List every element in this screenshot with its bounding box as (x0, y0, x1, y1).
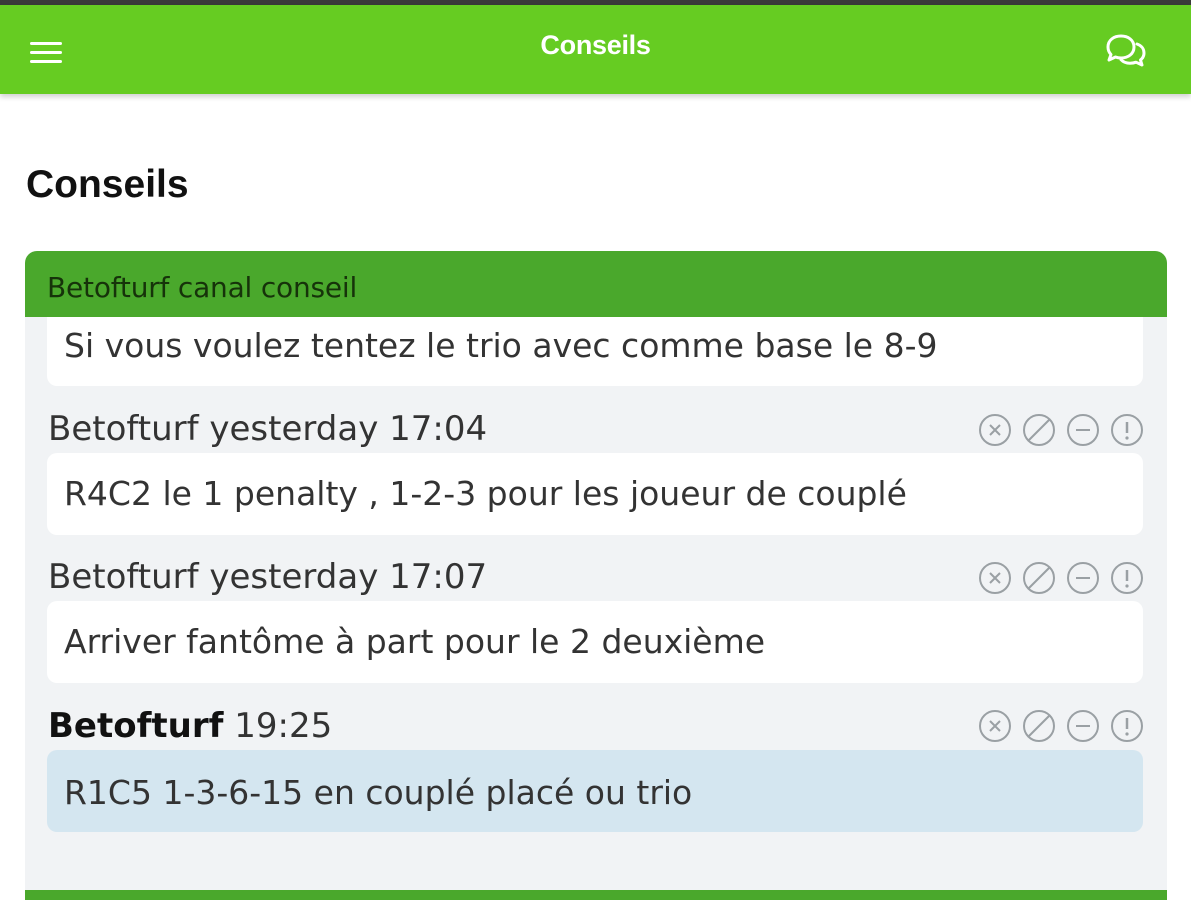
alert-circle-icon[interactable] (1110, 709, 1144, 743)
app-bar-title: Conseils (540, 30, 651, 60)
channel-name: Betofturf canal conseil (47, 271, 358, 304)
alert-circle-icon[interactable] (1110, 561, 1144, 595)
block-icon[interactable] (1022, 413, 1056, 447)
message-text: Arriver fantôme à part pour le 2 deuxièm… (47, 601, 1143, 683)
message-time: yesterday 17:07 (209, 557, 488, 597)
channel-header: Betofturf canal conseil (25, 251, 1167, 317)
message-actions (978, 413, 1144, 447)
block-icon[interactable] (1022, 709, 1056, 743)
close-circle-icon[interactable] (978, 561, 1012, 595)
minus-circle-icon[interactable] (1066, 561, 1100, 595)
message-author: Betofturf (48, 706, 224, 746)
app-bar: Conseils (0, 5, 1191, 94)
composer-bar (25, 890, 1167, 900)
message-time: yesterday 17:04 (209, 409, 488, 449)
chat-bubbles-icon[interactable] (1104, 33, 1148, 69)
alert-circle-icon[interactable] (1110, 413, 1144, 447)
minus-circle-icon[interactable] (1066, 413, 1100, 447)
block-icon[interactable] (1022, 561, 1056, 595)
page-title: Conseils (26, 163, 189, 206)
message-text: R1C5 1-3-6-15 en couplé placé ou trio (47, 750, 1143, 832)
message-time: 19:25 (234, 706, 333, 746)
close-circle-icon[interactable] (978, 413, 1012, 447)
message-meta: Betofturf yesterday 17:04 (48, 409, 487, 449)
message-text: Si vous voulez tentez le trio avec comme… (47, 317, 1143, 386)
channel-panel: Betofturf canal conseil Si vous voulez t… (25, 251, 1167, 900)
message-text: R4C2 le 1 penalty , 1-2-3 pour les joueu… (47, 453, 1143, 535)
message-meta: Betofturf yesterday 17:07 (48, 557, 487, 597)
message-author: Betofturf (48, 557, 199, 597)
close-circle-icon[interactable] (978, 709, 1012, 743)
message-meta: Betofturf 19:25 (48, 706, 332, 746)
message-actions (978, 709, 1144, 743)
message-actions (978, 561, 1144, 595)
minus-circle-icon[interactable] (1066, 709, 1100, 743)
message-author: Betofturf (48, 409, 199, 449)
